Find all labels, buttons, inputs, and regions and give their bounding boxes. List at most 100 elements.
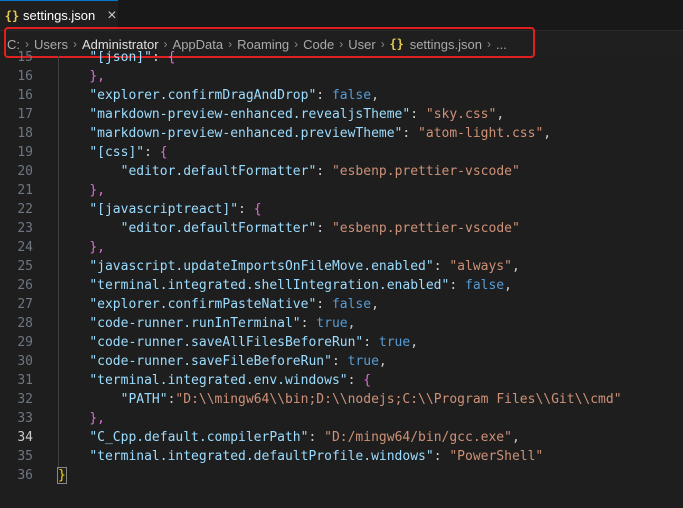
line-number: 28 [17,316,33,331]
code-line[interactable]: 25 "javascript.updateImportsOnFileMove.e… [0,257,683,276]
code-token: : [316,88,332,103]
code-text: }, [58,409,105,428]
code-line[interactable]: 24 }, [0,238,683,257]
code-token: , [378,354,387,369]
code-token: false [331,88,372,103]
code-token: true [347,354,379,369]
code-text: "C_Cpp.default.compilerPath": "D:/mingw6… [58,428,519,447]
json-file-icon: {} [4,8,20,23]
line-number: 23 [17,221,33,236]
code-line[interactable]: 30 "code-runner.saveFileBeforeRun": true… [0,352,683,371]
line-number: 18 [17,126,33,141]
code-line[interactable]: 16 }, [0,67,683,86]
code-line[interactable]: 33 }, [0,409,683,428]
close-icon[interactable]: × [107,7,116,24]
code-text: "markdown-preview-enhanced.previewTheme"… [58,124,551,143]
code-text: "code-runner.saveAllFilesBeforeRun": tru… [58,333,418,352]
tab-settings-json[interactable]: {} settings.json × [0,0,118,30]
code-token: "atom-light.css" [418,126,544,141]
code-text: "[javascriptreact]": { [58,200,262,219]
code-token: , [543,126,552,141]
code-token: "terminal.integrated.shellIntegration.en… [89,278,450,293]
line-number: 16 [17,88,33,103]
code-line[interactable]: 23 "editor.defaultFormatter": "esbenp.pr… [0,219,683,238]
code-token: "code-runner.saveFileBeforeRun" [89,354,332,369]
code-token: : [433,259,450,274]
code-line[interactable]: 35 "terminal.integrated.defaultProfile.w… [0,447,683,466]
code-token: "terminal.integrated.defaultProfile.wind… [89,449,434,464]
code-line[interactable]: 27 "explorer.confirmPasteNative": false, [0,295,683,314]
line-number: 25 [17,259,33,274]
line-number: 31 [17,373,33,388]
code-token: : [410,107,426,122]
code-token: "always" [449,259,512,274]
code-token: { [253,202,262,217]
tab-label: settings.json [23,8,96,23]
code-text: "[css]": { [58,143,168,162]
code-token: : [433,449,450,464]
code-line[interactable]: 16 "explorer.confirmDragAndDrop": false, [0,86,683,105]
code-line[interactable]: 22 "[javascriptreact]": { [0,200,683,219]
line-number: 27 [17,297,33,312]
line-number: 33 [17,411,33,426]
code-token: : [238,202,254,217]
code-token: "explorer.confirmDragAndDrop" [89,88,317,103]
code-token: "C_Cpp.default.compilerPath" [89,430,309,445]
line-number: 21 [17,183,33,198]
line-number: 16 [17,69,33,84]
line-number: 24 [17,240,33,255]
code-line[interactable]: 19 "[css]": { [0,143,683,162]
code-text: "editor.defaultFormatter": "esbenp.prett… [58,162,520,181]
code-token: false [465,278,505,293]
code-token: : [402,126,419,141]
code-token: "PowerShell" [449,449,544,464]
code-line[interactable]: 26 "terminal.integrated.shellIntegration… [0,276,683,295]
code-token: { [167,50,176,65]
code-token: : [151,50,168,65]
code-token: "code-runner.runInTerminal" [89,316,301,331]
code-line[interactable]: 20 "editor.defaultFormatter": "esbenp.pr… [0,162,683,181]
code-token: "markdown-preview-enhanced.revealjsTheme… [89,107,411,122]
line-number: 35 [17,449,33,464]
code-line[interactable]: 21 }, [0,181,683,200]
code-token: : [316,297,332,312]
code-line[interactable]: 31 "terminal.integrated.env.windows": { [0,371,683,390]
code-text: }, [58,67,105,86]
code-line[interactable]: 15 "[json]": { [0,48,683,67]
code-token: , [496,107,505,122]
line-number: 22 [17,202,33,217]
code-line[interactable]: 36} [0,466,683,485]
code-token: { [363,373,372,388]
code-text: "explorer.confirmPasteNative": false, [58,295,379,314]
code-text: } [57,466,67,485]
code-line[interactable]: 32 "PATH":"D:\\mingw64\\bin;D:\\nodejs;C… [0,390,683,409]
line-number: 34 [17,430,33,445]
code-token: , [504,278,512,293]
code-line[interactable]: 17 "markdown-preview-enhanced.revealjsTh… [0,105,683,124]
code-line[interactable]: 18 "markdown-preview-enhanced.previewThe… [0,124,683,143]
code-token: "[javascriptreact]" [89,202,239,217]
code-token: , [371,297,379,312]
code-editor[interactable]: 15 "[json]": {16 }, 16 "explorer.confirmD… [0,50,683,508]
code-line[interactable]: 29 "code-runner.saveAllFilesBeforeRun": … [0,333,683,352]
code-token: : [144,145,160,160]
code-line[interactable]: 34 "C_Cpp.default.compilerPath": "D:/min… [0,428,683,447]
code-token: { [159,145,168,160]
line-number: 17 [17,107,33,122]
code-line[interactable]: 28 "code-runner.runInTerminal": true, [0,314,683,333]
code-token: "code-runner.saveAllFilesBeforeRun" [89,335,364,350]
